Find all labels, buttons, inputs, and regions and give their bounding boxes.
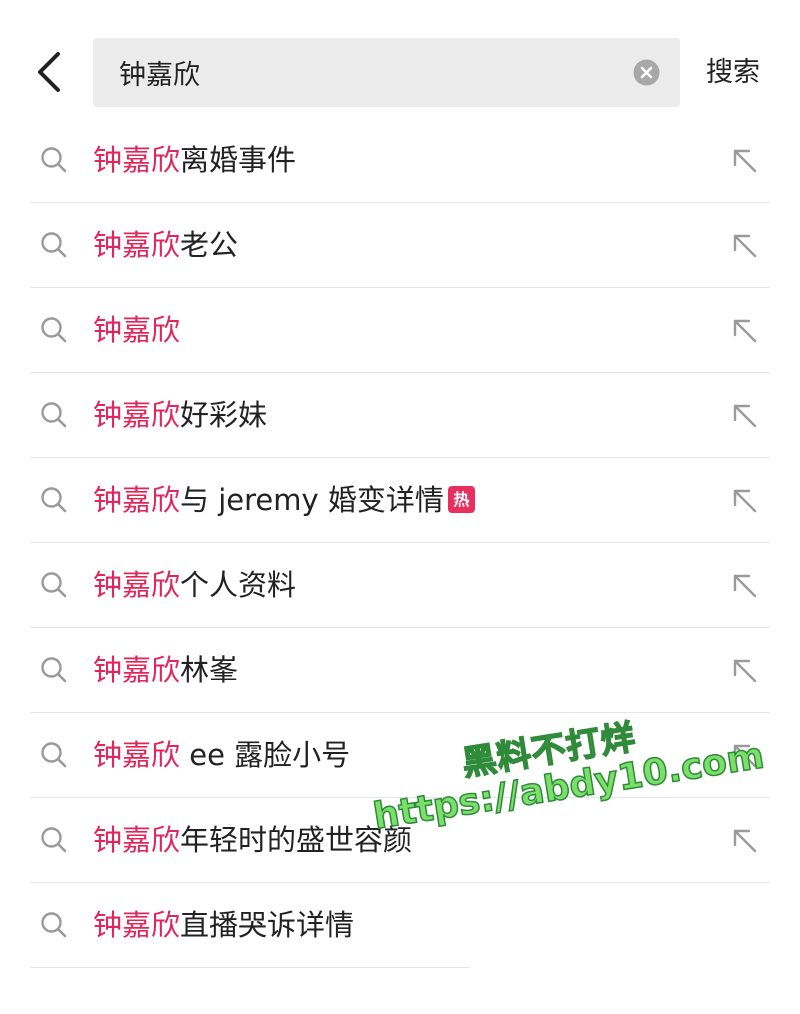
divider (30, 967, 470, 968)
search-icon (40, 741, 68, 769)
suggestion-text: 钟嘉欣 ee 露脸小号 (93, 733, 350, 777)
clear-button[interactable] (633, 59, 660, 86)
suggestion-text: 钟嘉欣年轻时的盛世容颜 (93, 818, 412, 862)
suggestion-rest: 好彩妹 (180, 398, 268, 432)
chevron-left-icon (38, 52, 60, 92)
arrow-up-left-icon[interactable] (731, 402, 759, 430)
search-icon (40, 401, 68, 429)
suggestion-rest: 直播哭诉详情 (180, 908, 355, 942)
suggestion-row[interactable]: 钟嘉欣年轻时的盛世容颜 (0, 798, 800, 883)
arrow-up-left-icon[interactable] (731, 742, 759, 770)
suggestion-highlight: 钟嘉欣 (93, 483, 181, 517)
suggestion-text: 钟嘉欣好彩妹 (93, 393, 267, 437)
search-input[interactable] (119, 38, 619, 107)
suggestion-text: 钟嘉欣老公 (93, 223, 238, 267)
suggestion-rest: ee 露脸小号 (180, 738, 351, 772)
suggestion-row[interactable]: 钟嘉欣个人资料 (0, 543, 800, 628)
search-icon (40, 656, 68, 684)
suggestion-rest: 离婚事件 (180, 143, 297, 177)
clear-circle-icon (633, 59, 660, 86)
suggestion-rest: 与 jeremy 婚变详情 (180, 483, 444, 517)
suggestion-text: 钟嘉欣直播哭诉详情 (93, 903, 354, 947)
suggestion-highlight: 钟嘉欣 (93, 653, 181, 687)
search-icon (40, 231, 68, 259)
suggestion-row[interactable]: 钟嘉欣林峯 (0, 628, 800, 713)
suggestion-row[interactable]: 钟嘉欣离婚事件 (0, 118, 800, 203)
suggestion-row[interactable]: 钟嘉欣好彩妹 (0, 373, 800, 458)
hot-badge: 热 (447, 485, 475, 513)
search-header: 搜索 (0, 0, 800, 118)
arrow-up-left-icon[interactable] (731, 147, 759, 175)
search-icon (40, 826, 68, 854)
search-icon (40, 486, 68, 514)
suggestion-rest: 年轻时的盛世容颜 (180, 823, 413, 857)
search-icon (40, 146, 68, 174)
suggestion-row[interactable]: 钟嘉欣 (0, 288, 800, 373)
suggestion-text: 钟嘉欣与 jeremy 婚变详情热 (93, 478, 475, 522)
suggestion-row[interactable]: 钟嘉欣 ee 露脸小号 (0, 713, 800, 798)
arrow-up-left-icon[interactable] (731, 827, 759, 855)
suggestion-highlight: 钟嘉欣 (93, 568, 181, 602)
arrow-up-left-icon[interactable] (731, 572, 759, 600)
arrow-up-left-icon[interactable] (731, 232, 759, 260)
back-button[interactable] (30, 50, 70, 94)
suggestion-text: 钟嘉欣 (93, 308, 180, 352)
search-icon (40, 316, 68, 344)
search-submit-button[interactable]: 搜索 (706, 52, 776, 94)
search-icon (40, 571, 68, 599)
search-icon (40, 911, 68, 939)
suggestion-list: 钟嘉欣离婚事件 钟嘉欣老公 钟嘉欣 钟嘉欣好彩妹 钟嘉欣与 jeremy 婚变详情热钟嘉… (0, 118, 800, 968)
suggestion-rest: 老公 (180, 228, 239, 262)
suggestion-highlight: 钟嘉欣 (93, 823, 181, 857)
suggestion-text: 钟嘉欣个人资料 (93, 563, 296, 607)
suggestion-text: 钟嘉欣林峯 (93, 648, 238, 692)
suggestion-text: 钟嘉欣离婚事件 (93, 138, 296, 182)
suggestion-highlight: 钟嘉欣 (93, 228, 181, 262)
suggestion-highlight: 钟嘉欣 (93, 398, 181, 432)
arrow-up-left-icon[interactable] (731, 487, 759, 515)
suggestion-highlight: 钟嘉欣 (93, 908, 181, 942)
arrow-up-left-icon[interactable] (731, 317, 759, 345)
suggestion-row[interactable]: 钟嘉欣与 jeremy 婚变详情热 (0, 458, 800, 543)
suggestion-row[interactable]: 钟嘉欣直播哭诉详情 (0, 883, 800, 968)
suggestion-highlight: 钟嘉欣 (93, 143, 181, 177)
suggestion-rest: 个人资料 (180, 568, 297, 602)
suggestion-rest: 林峯 (180, 653, 239, 687)
suggestion-highlight: 钟嘉欣 (93, 313, 181, 347)
suggestion-highlight: 钟嘉欣 (93, 738, 181, 772)
arrow-up-left-icon[interactable] (731, 657, 759, 685)
suggestion-row[interactable]: 钟嘉欣老公 (0, 203, 800, 288)
search-box[interactable] (93, 38, 680, 107)
